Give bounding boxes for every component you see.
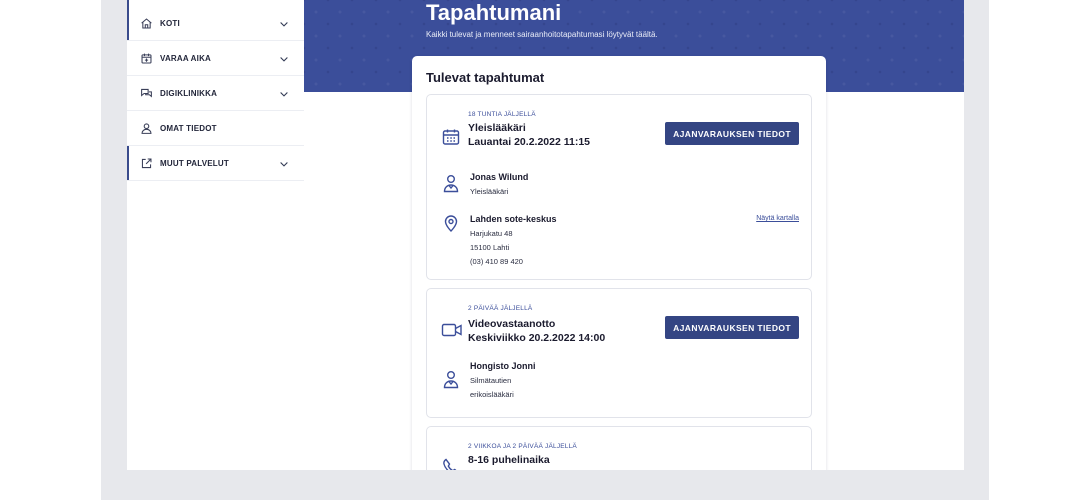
event-card: 18 TUNTIA JÄLJELLÄ Yleislääkäri Lauantai… xyxy=(426,94,812,280)
video-camera-icon xyxy=(441,320,463,340)
event-type: Yleislääkäri xyxy=(468,122,526,134)
sidebar: KOTI VARAA AIKA DIGIKLINIKKA OMAT TIEDOT… xyxy=(127,0,304,470)
show-on-map-link[interactable]: Näytä kartalla xyxy=(756,215,799,222)
doctor-icon xyxy=(441,369,461,389)
sidebar-item-label: VARAA AIKA xyxy=(160,53,212,63)
doctor-role: Yleislääkäri xyxy=(470,187,509,196)
calendar-plus-icon xyxy=(139,51,153,65)
sidebar-item-varaa-aika[interactable]: VARAA AIKA xyxy=(127,41,304,76)
chat-bubbles-icon xyxy=(139,86,153,100)
chevron-down-icon[interactable] xyxy=(278,17,290,29)
external-link-icon xyxy=(139,156,153,170)
location-name: Lahden sote-keskus xyxy=(470,214,557,224)
event-type: 8-16 puhelinaika xyxy=(468,454,550,466)
sidebar-item-koti[interactable]: KOTI xyxy=(127,0,304,41)
time-remaining: 2 PÄIVÄÄ JÄLJELLÄ xyxy=(468,305,533,312)
app-screen: KOTI VARAA AIKA DIGIKLINIKKA OMAT TIEDOT… xyxy=(127,0,964,470)
doctor-role: erikoislääkäri xyxy=(470,390,514,399)
sidebar-item-label: MUUT PALVELUT xyxy=(160,158,229,168)
sidebar-item-label: KOTI xyxy=(160,18,180,28)
postal-code: 15100 Lahti xyxy=(470,243,510,252)
event-type: Videovastaanotto xyxy=(468,318,556,330)
home-icon xyxy=(139,16,153,30)
event-card: 2 PÄIVÄÄ JÄLJELLÄ Videovastaanotto Keski… xyxy=(426,288,812,418)
event-datetime: Lauantai 20.2.2022 11:15 xyxy=(468,136,590,148)
event-datetime: Keskiviikko 20.2.2022 14:00 xyxy=(468,332,606,344)
sidebar-item-omat-tiedot[interactable]: OMAT TIEDOT xyxy=(127,111,304,146)
phone-icon xyxy=(441,457,461,470)
doctor-name: Jonas Wilund xyxy=(470,172,529,182)
user-icon xyxy=(139,121,153,135)
sidebar-item-label: OMAT TIEDOT xyxy=(160,123,217,133)
page-title: Tapahtumani xyxy=(426,0,562,25)
calendar-icon xyxy=(441,127,461,147)
chevron-down-icon[interactable] xyxy=(278,52,290,64)
address: Harjukatu 48 xyxy=(470,229,513,238)
time-remaining: 2 VIIKKOA JA 2 PÄIVÄÄ JÄLJELLÄ xyxy=(468,443,577,450)
section-title: Tulevat tapahtumat xyxy=(426,70,545,85)
event-card: 2 VIIKKOA JA 2 PÄIVÄÄ JÄLJELLÄ 8-16 puhe… xyxy=(426,426,812,470)
location-pin-icon xyxy=(441,213,461,233)
doctor-name: Hongisto Jonni xyxy=(470,361,536,371)
main-content: Tapahtumani Kaikki tulevat ja menneet sa… xyxy=(304,0,964,470)
time-remaining: 18 TUNTIA JÄLJELLÄ xyxy=(468,111,536,118)
chevron-down-icon[interactable] xyxy=(278,157,290,169)
doctor-role: Silmätautien xyxy=(470,376,512,385)
appointment-details-button[interactable]: AJANVARAUKSEN TIEDOT xyxy=(665,316,799,339)
phone-number: (03) 410 89 420 xyxy=(470,257,523,266)
sidebar-item-label: DIGIKLINIKKA xyxy=(160,88,218,98)
chevron-down-icon[interactable] xyxy=(278,87,290,99)
sidebar-item-digiklinikka[interactable]: DIGIKLINIKKA xyxy=(127,76,304,111)
page-subtitle: Kaikki tulevat ja menneet sairaanhoitota… xyxy=(426,30,658,39)
upcoming-events-card: Tulevat tapahtumat 18 TUNTIA JÄLJELLÄ Yl… xyxy=(412,56,826,470)
doctor-icon xyxy=(441,173,461,193)
appointment-details-button[interactable]: AJANVARAUKSEN TIEDOT xyxy=(665,122,799,145)
sidebar-item-muut-palvelut[interactable]: MUUT PALVELUT xyxy=(127,146,304,181)
